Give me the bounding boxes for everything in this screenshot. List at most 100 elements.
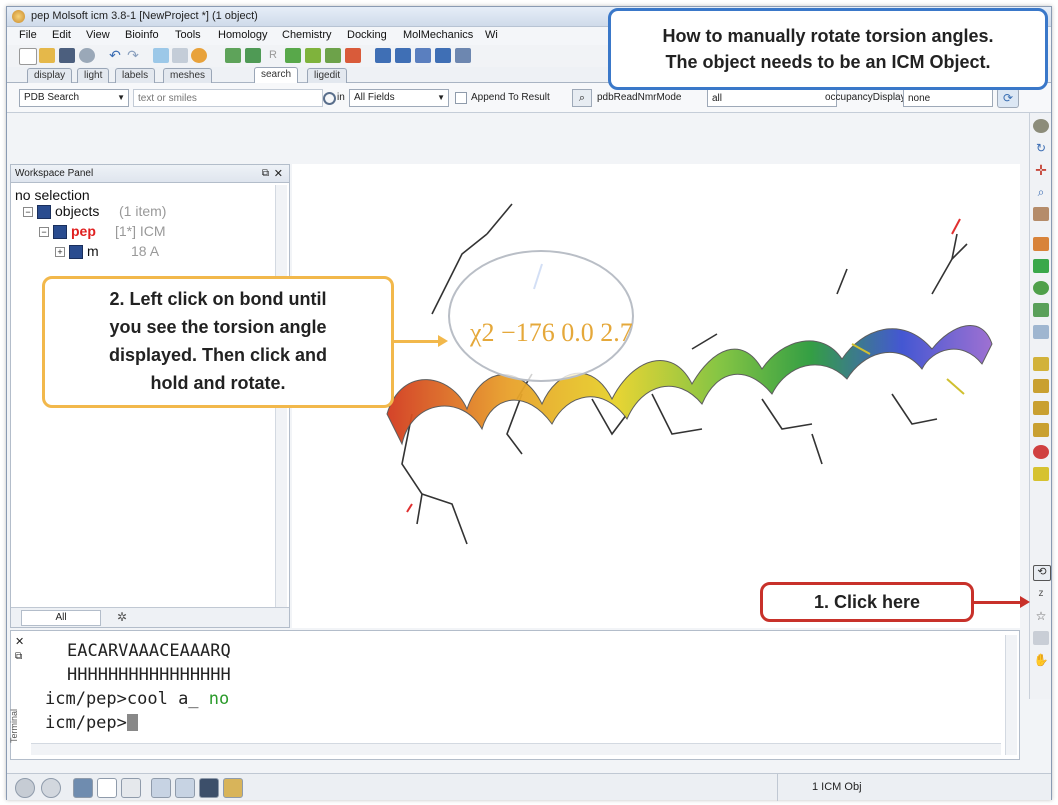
tab-display[interactable]: display [27, 68, 73, 83]
chem-tool-2-icon[interactable] [245, 48, 261, 63]
stop-icon[interactable] [15, 778, 35, 798]
menu-file[interactable]: File [19, 29, 37, 41]
search-input[interactable] [133, 89, 323, 107]
fields-select[interactable]: All Fields ▼ [349, 89, 449, 107]
tab-labels[interactable]: labels [115, 68, 156, 83]
append-checkbox[interactable] [455, 92, 467, 104]
star-icon[interactable]: ☆ [1033, 609, 1049, 623]
chem-tool-1-icon[interactable] [225, 48, 241, 63]
close-icon[interactable]: ✕ [274, 165, 283, 183]
terminal-scrollbar[interactable] [1005, 635, 1017, 755]
menu-docking[interactable]: Docking [347, 29, 387, 41]
view-1-icon[interactable] [395, 48, 411, 63]
field-selector-icon[interactable] [323, 92, 336, 105]
save-icon[interactable] [59, 48, 75, 63]
mesh-icon[interactable] [1033, 303, 1049, 317]
expand-icon[interactable]: + [55, 247, 65, 257]
app-icon [12, 10, 25, 23]
redo-icon[interactable]: ↷ [125, 48, 141, 63]
float-icon[interactable]: ⧉ [15, 651, 22, 662]
z-axis-icon[interactable]: z [1033, 587, 1049, 601]
record-icon[interactable] [1033, 445, 1049, 459]
undo-icon[interactable]: ↶ [107, 48, 123, 63]
zoom-out-icon[interactable] [151, 778, 171, 798]
tab-ligedit[interactable]: ligedit [307, 68, 348, 83]
zoom-in-icon[interactable] [175, 778, 195, 798]
tree-objects-label[interactable]: objects [55, 203, 99, 219]
menu-bioinfo[interactable]: Bioinfo [125, 29, 159, 41]
measure-3-icon[interactable] [1033, 401, 1049, 415]
terminal-panel[interactable]: ✕ ⧉ Terminal EACARVAAACEAAARQ HHHHHHHHHH… [9, 630, 1020, 760]
sequence-icon[interactable] [153, 48, 169, 63]
menu-chemistry[interactable]: Chemistry [282, 29, 332, 41]
display-style-icon[interactable] [1033, 237, 1049, 251]
binoculars-icon[interactable]: ⌕ [572, 89, 592, 107]
collapse-icon[interactable]: − [39, 227, 49, 237]
menu-homology[interactable]: Homology [218, 29, 268, 41]
new-file-icon[interactable] [19, 48, 37, 65]
surface-icon[interactable] [1033, 281, 1049, 295]
refresh-icon[interactable]: ⟳ [997, 88, 1019, 108]
chem-tool-6-icon[interactable] [345, 48, 361, 63]
tab-light[interactable]: light [77, 68, 110, 83]
grid-icon[interactable] [435, 48, 451, 63]
list-icon[interactable] [1033, 631, 1049, 645]
fields-value: All Fields [354, 92, 395, 103]
torsion-rotate-icon[interactable]: ⟲ [1033, 565, 1051, 581]
workspace-tabs: All ✲ [11, 607, 289, 627]
terminal-input-line[interactable]: icm/pep> [45, 713, 138, 733]
menu-molmechanics[interactable]: MolMechanics [403, 29, 473, 41]
menu-tools[interactable]: Tools [175, 29, 201, 41]
search-molecule-icon[interactable] [172, 48, 188, 63]
r-group-icon[interactable]: R [265, 48, 281, 63]
measure-1-icon[interactable] [1033, 357, 1049, 371]
tab-all[interactable]: All [21, 610, 101, 626]
view-2-icon[interactable] [415, 48, 431, 63]
settings-icon[interactable] [79, 48, 95, 63]
layout-1-icon[interactable] [73, 778, 93, 798]
tab-molecules-icon[interactable]: ✲ [117, 610, 127, 624]
menu-edit[interactable]: Edit [52, 29, 71, 41]
gear-icon[interactable] [1033, 119, 1049, 133]
clip-icon[interactable] [1033, 207, 1049, 221]
chem-tool-5-icon[interactable] [325, 48, 341, 63]
color-icon[interactable] [1033, 259, 1049, 273]
tree-pep-label[interactable]: pep [71, 223, 96, 239]
status-divider [777, 774, 778, 801]
lock-icon[interactable] [1033, 467, 1049, 481]
3d-viewport[interactable]: χ2 −176 0.0 2.7 [292, 164, 1020, 628]
occupancy-input[interactable] [903, 89, 993, 107]
callout-left-line-1: 2. Left click on bond until [109, 289, 327, 309]
move-icon[interactable]: ✛ [1033, 163, 1049, 177]
measure-4-icon[interactable] [1033, 423, 1049, 437]
tools-icon[interactable] [223, 778, 243, 798]
globe-icon[interactable] [41, 778, 61, 798]
chem-tool-4-icon[interactable] [305, 48, 321, 63]
zoom-icon[interactable]: ⌕ [1033, 185, 1049, 199]
tab-meshes[interactable]: meshes [163, 68, 213, 83]
menu-view[interactable]: View [86, 29, 110, 41]
open-folder-icon[interactable] [39, 48, 55, 63]
rotate-icon[interactable]: ↻ [1033, 141, 1049, 155]
eye-icon[interactable] [199, 778, 219, 798]
layout-2-icon[interactable] [97, 778, 117, 798]
float-icon[interactable]: ⧉ [262, 165, 269, 183]
chevron-down-icon: ▼ [117, 93, 125, 102]
tab-search[interactable]: search [254, 67, 299, 84]
menu-windows[interactable]: Wi [485, 29, 498, 41]
hand-icon[interactable]: ✋ [1033, 653, 1049, 667]
layout-3-icon[interactable] [121, 778, 141, 798]
refresh-icon[interactable] [191, 48, 207, 63]
search-mode-select[interactable]: PDB Search ▼ [19, 89, 129, 107]
terminal-hscrollbar[interactable] [31, 743, 1001, 755]
measure-2-icon[interactable] [1033, 379, 1049, 393]
collapse-icon[interactable]: − [23, 207, 33, 217]
tree-mol-label[interactable]: m [87, 243, 99, 259]
label-icon[interactable] [1033, 325, 1049, 339]
close-icon[interactable]: ✕ [15, 635, 24, 648]
nmr-mode-input[interactable] [707, 89, 837, 107]
view-3-icon[interactable] [455, 48, 471, 63]
pdb-icon[interactable] [375, 48, 391, 63]
chem-tool-3-icon[interactable] [285, 48, 301, 63]
instruction-callout-top: How to manually rotate torsion angles. T… [608, 8, 1048, 90]
